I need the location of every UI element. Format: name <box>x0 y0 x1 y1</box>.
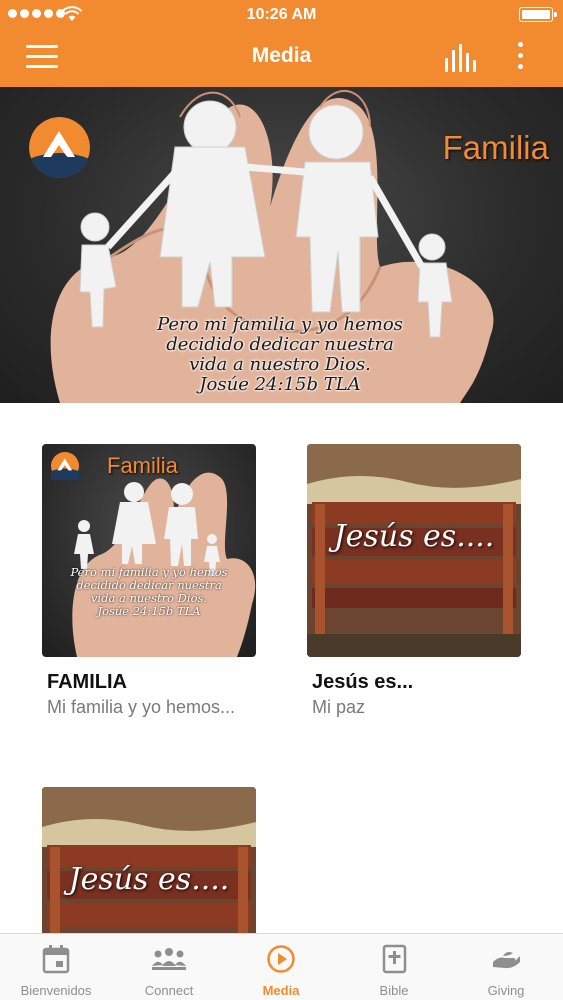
calendar-icon <box>42 945 70 974</box>
church-logo-small <box>51 452 79 480</box>
tab-giving[interactable]: Giving <box>450 934 562 1000</box>
more-options-icon[interactable] <box>512 42 528 74</box>
equalizer-icon[interactable] <box>444 44 478 72</box>
battery-icon <box>519 7 557 22</box>
top-bar: 10:26 AM Media <box>0 0 563 87</box>
thumbnail-brand-text: Familia <box>107 453 178 478</box>
status-time: 10:26 AM <box>246 6 317 23</box>
tab-label: Bible <box>379 983 409 998</box>
media-thumbnail: Familia Pero mi familia y yo hemos decid… <box>42 444 256 657</box>
tab-label: Bienvenidos <box>20 983 92 998</box>
bottom-tab-bar: Bienvenidos Connect Media Bible Giving <box>0 933 563 1000</box>
hero-verse: Pero mi familia y yo hemos decidido dedi… <box>157 314 403 395</box>
media-thumbnail: Jesús es.... <box>307 444 521 657</box>
tab-media[interactable]: Media <box>225 934 337 1000</box>
media-item-jesus-es-2[interactable]: Jesús es.... <box>42 787 256 933</box>
media-item-title: FAMILIA <box>47 671 127 693</box>
media-item-jesus-es[interactable]: Jesús es.... Jesús es... Mi paz <box>307 444 521 719</box>
media-thumbnail: Jesús es.... <box>42 787 256 933</box>
status-bar: 10:26 AM <box>0 0 563 30</box>
page-title: Media <box>251 44 312 67</box>
play-circle-icon <box>267 945 295 973</box>
app-header: Media <box>0 30 563 87</box>
tab-label: Connect <box>144 983 194 998</box>
media-item-subtitle: Mi familia y yo hemos... <box>47 697 236 717</box>
tab-bienvenidos[interactable]: Bienvenidos <box>0 934 112 1000</box>
media-item-subtitle: Mi paz <box>312 697 366 717</box>
tab-label: Media <box>262 983 300 998</box>
hero-brand-text: Familia <box>442 129 549 166</box>
tab-bible[interactable]: Bible <box>338 934 450 1000</box>
thumbnail-title-text: Jesús es.... <box>333 519 495 554</box>
media-item-familia[interactable]: Familia Pero mi familia y yo hemos decid… <box>42 444 256 719</box>
thumbnail-title-text: Jesús es.... <box>68 862 230 897</box>
hero-banner[interactable]: Familia Pero mi familia y yo hemos decid… <box>0 87 563 403</box>
tab-label: Giving <box>487 983 525 998</box>
church-logo <box>29 117 90 178</box>
tab-connect[interactable]: Connect <box>113 934 225 1000</box>
thumbnail-verse: Pero mi familia y yo hemos decidido dedi… <box>70 565 228 618</box>
media-item-title: Jesús es... <box>312 671 414 693</box>
bible-icon <box>382 944 407 974</box>
group-icon <box>152 948 186 970</box>
giving-hand-icon <box>493 952 520 969</box>
